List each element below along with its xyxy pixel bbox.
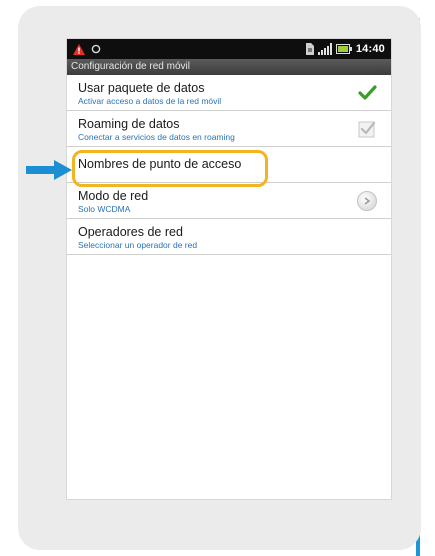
highlight-box [72,150,268,187]
setting-title: Modo de red [78,189,149,203]
status-time: 14:40 [355,43,385,55]
battery-icon [335,44,352,54]
setting-network-operators[interactable]: Operadores de red Seleccionar un operado… [67,219,391,255]
setting-title: Usar paquete de datos [78,81,205,95]
setting-subtitle: Seleccionar un operador de red [78,240,198,250]
setting-subtitle: Solo WCDMA [78,204,131,214]
warning-icon [73,43,85,55]
network-mode-radio[interactable] [357,191,377,211]
screen-title: Configuración de red móvil [67,59,391,75]
phone-screen: 14:40 Configuración de red móvil Usar pa… [66,38,392,500]
pointer-arrow-icon [26,160,72,180]
setting-title: Roaming de datos [78,117,180,131]
data-usage-checkbox[interactable] [357,83,377,103]
setting-subtitle: Conectar a servicios de datos en roaming [78,132,235,142]
setting-subtitle: Activar acceso a datos de la red móvil [78,96,222,106]
setting-data-roaming[interactable]: Roaming de datos Conectar a servicios de… [67,111,391,147]
signal-icon [317,43,332,55]
setting-title: Operadores de red [78,225,183,239]
status-bar: 14:40 [67,39,391,59]
setting-data-usage[interactable]: Usar paquete de datos Activar acceso a d… [67,75,391,111]
setting-network-mode[interactable]: Modo de red Solo WCDMA [67,183,391,219]
data-roaming-checkbox[interactable] [357,119,377,139]
sim-icon [304,43,314,55]
circle-icon [91,44,101,54]
